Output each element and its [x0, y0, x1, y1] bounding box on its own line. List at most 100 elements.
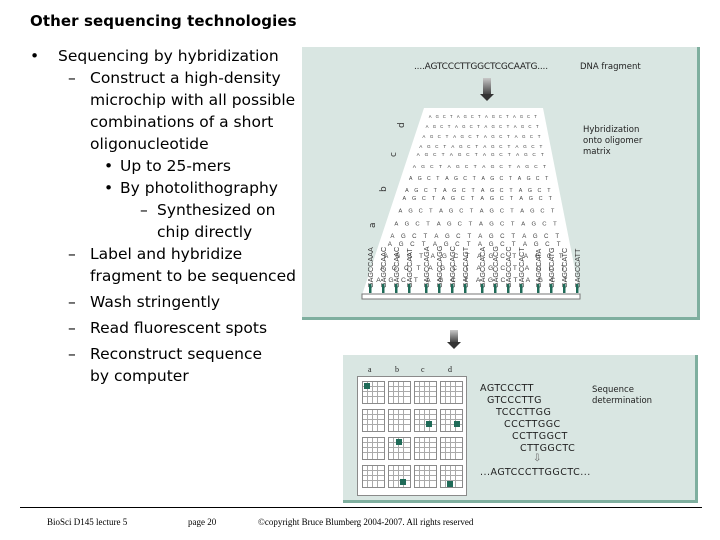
oligo-letter: C	[501, 277, 506, 284]
sequence-read: CTTGGCTC	[520, 443, 576, 454]
oligo-letter: A	[394, 221, 398, 227]
oligo-letter: T	[510, 209, 514, 215]
fluorescent-spot	[447, 481, 453, 487]
array-cell	[414, 465, 437, 488]
sequence-read: AGTCCCTT	[480, 383, 534, 394]
probe-anchor	[408, 284, 411, 293]
oligo-letter: T	[512, 253, 516, 260]
oligo-letter: T	[475, 152, 478, 158]
oligo-letter: A	[518, 176, 522, 182]
array-cell	[362, 465, 385, 488]
oligo-letter: C	[500, 265, 505, 272]
oligo-letter: G	[454, 176, 458, 182]
oligo-letter: T	[539, 144, 542, 149]
oligo-letter: C	[500, 188, 504, 194]
fluorescence-grid	[357, 376, 467, 496]
oligo-letter: G	[523, 144, 527, 149]
oligo-letter: C	[458, 221, 463, 227]
array-cell	[362, 381, 385, 404]
oligo-letter: T	[561, 265, 565, 272]
oligo-letter: C	[539, 196, 543, 202]
oligo-letter: G	[491, 144, 495, 149]
oligo-letter: T	[476, 134, 479, 139]
oligo-letter: T	[465, 265, 469, 272]
oligo-letter: G	[490, 209, 494, 215]
oligo-letter: G	[440, 265, 445, 272]
oligo-letter: T	[513, 277, 517, 284]
oligo-letter: A	[521, 221, 525, 227]
column-label: b	[395, 365, 399, 374]
oligo-letter: A	[376, 277, 381, 284]
oligo-letter: T	[470, 209, 474, 215]
oligo-letter: A	[398, 209, 402, 215]
oligo-letter: T	[511, 221, 515, 227]
oligo-letter: A	[455, 124, 458, 129]
oligo-letter: T	[563, 277, 567, 284]
oligo-letter: G	[532, 221, 537, 227]
oligo-letter: C	[454, 253, 459, 260]
bullet-text: oligonucleotide	[90, 135, 209, 153]
oligo-letter: A	[439, 209, 443, 215]
oligo-letter: G	[399, 241, 404, 248]
oligo-letter: C	[465, 164, 469, 170]
oligo-letter: A	[380, 265, 385, 272]
oligo-letter: G	[408, 209, 412, 215]
oligo-letter: G	[392, 265, 397, 272]
oligo-letter: C	[419, 209, 423, 215]
oligo-letter: C	[404, 265, 409, 272]
oligomer-matrix: GAGCCAAA GAGCCAAC GAGCCAAC GAGCCAAT GAGCCAGA…	[361, 108, 582, 300]
oligo-letter: A	[443, 188, 447, 194]
footer-course: BioSci D145 lecture 5	[47, 517, 128, 527]
bullet-text: Synthesized on	[157, 201, 276, 219]
oligo-letter: C	[463, 176, 467, 182]
oligo-letter: A	[422, 134, 425, 139]
reconstructed-sequence: ...AGTCCCTTGGCTC...	[480, 467, 591, 478]
probe-anchor	[438, 284, 441, 293]
array-cell	[388, 465, 411, 488]
oligo-letter: C	[410, 241, 415, 248]
probe-anchor	[481, 284, 484, 293]
oligo-letter: C	[407, 253, 412, 260]
array-cell	[362, 437, 385, 460]
oligo-letter: C	[452, 265, 457, 272]
oligo-letter: T	[557, 241, 561, 248]
oligo-letter: C	[456, 233, 461, 240]
oligo-letter: T	[442, 152, 445, 158]
oligo-letter: G	[489, 241, 494, 248]
oligo-letter: C	[470, 124, 473, 129]
oligo-letter: A	[520, 209, 524, 215]
oligo-letter: C	[466, 152, 470, 158]
oligo-letter: A	[437, 221, 441, 227]
oligo-letter: T	[443, 144, 446, 149]
oligo-letter: A	[515, 134, 518, 139]
oligo-letter: T	[439, 164, 442, 170]
row-label: a	[368, 222, 378, 228]
oligo-letter: G	[491, 134, 495, 139]
probe-anchor	[537, 284, 540, 293]
fluorescent-spot	[426, 421, 432, 427]
oligo-letter: T	[466, 253, 470, 260]
oligo-letter: G	[445, 233, 450, 240]
oligo-letter: G	[492, 114, 495, 119]
oligo-letter: C	[537, 188, 541, 194]
oligo-letter: C	[527, 114, 530, 119]
bullet-marker: •	[104, 157, 114, 175]
probe-anchor	[494, 284, 497, 293]
oligo-letter: C	[461, 196, 465, 202]
oligo-letter: A	[480, 209, 484, 215]
bullet-text: Read fluorescent spots	[90, 319, 268, 337]
oligo-letter: C	[540, 209, 544, 215]
oligo-letter: C	[440, 124, 443, 129]
oligo-letter: G	[488, 277, 493, 284]
oligo-letter: A	[457, 114, 460, 119]
probe-anchor	[369, 284, 372, 293]
oligo-letter: G	[427, 144, 431, 149]
oligo-letter: T	[464, 277, 468, 284]
column-label: c	[421, 365, 425, 374]
oligo-letter: T	[474, 164, 477, 170]
oligo-letter: T	[536, 124, 539, 129]
oligo-letter: G	[449, 209, 453, 215]
oligo-letter: T	[543, 164, 546, 170]
sequence-read: GTCCCTTG	[487, 395, 542, 406]
oligo-letter: T	[450, 114, 453, 119]
